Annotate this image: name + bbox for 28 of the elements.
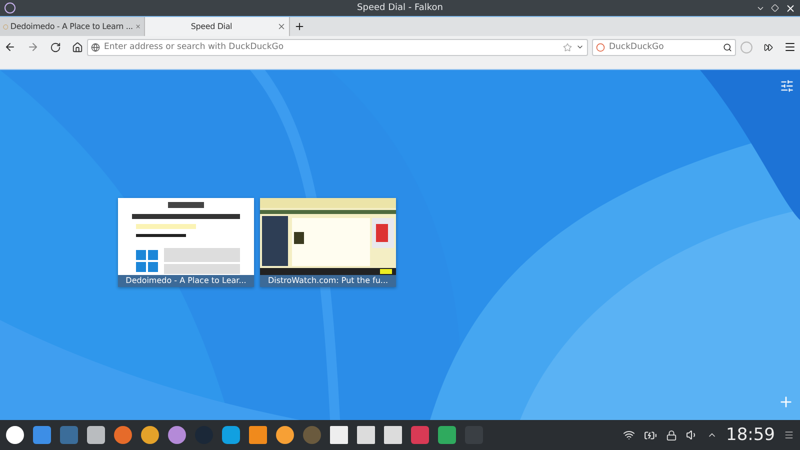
globe-icon <box>91 42 100 52</box>
search-field[interactable]: DuckDuckGo <box>592 38 736 56</box>
address-input[interactable]: Enter address or search with DuckDuckGo <box>104 42 559 52</box>
clock: 18:59 <box>726 425 775 445</box>
close-icon[interactable] <box>785 2 796 14</box>
maximize-icon[interactable] <box>771 4 779 12</box>
browser-tab[interactable]: Speed Dial <box>145 17 290 36</box>
volume-icon[interactable] <box>686 429 698 441</box>
browser-tab[interactable]: Dedoimedo - A Place to Learn ... <box>0 17 145 36</box>
window-title: Speed Dial - Falkon <box>357 3 443 13</box>
home-icon[interactable] <box>72 42 83 52</box>
search-input[interactable]: DuckDuckGo <box>609 42 719 52</box>
back-icon[interactable] <box>4 41 16 53</box>
new-tab-icon[interactable] <box>294 21 305 32</box>
app-icon <box>4 2 16 14</box>
dropdown-icon[interactable] <box>576 43 584 51</box>
tab-close-icon[interactable] <box>134 22 141 31</box>
battery-icon[interactable] <box>644 428 657 442</box>
search-icon[interactable] <box>723 42 732 52</box>
tab-close-icon[interactable] <box>277 22 286 31</box>
reload-icon[interactable] <box>50 42 61 52</box>
fast-forward-icon[interactable] <box>764 42 773 52</box>
lock-icon[interactable] <box>666 430 677 440</box>
menu-icon[interactable] <box>784 41 796 53</box>
bookmark-star-icon[interactable] <box>563 42 572 52</box>
forward-icon[interactable] <box>27 41 39 53</box>
address-bar[interactable]: Enter address or search with DuckDuckGo <box>87 38 588 56</box>
panel-menu-icon[interactable] <box>784 430 794 440</box>
